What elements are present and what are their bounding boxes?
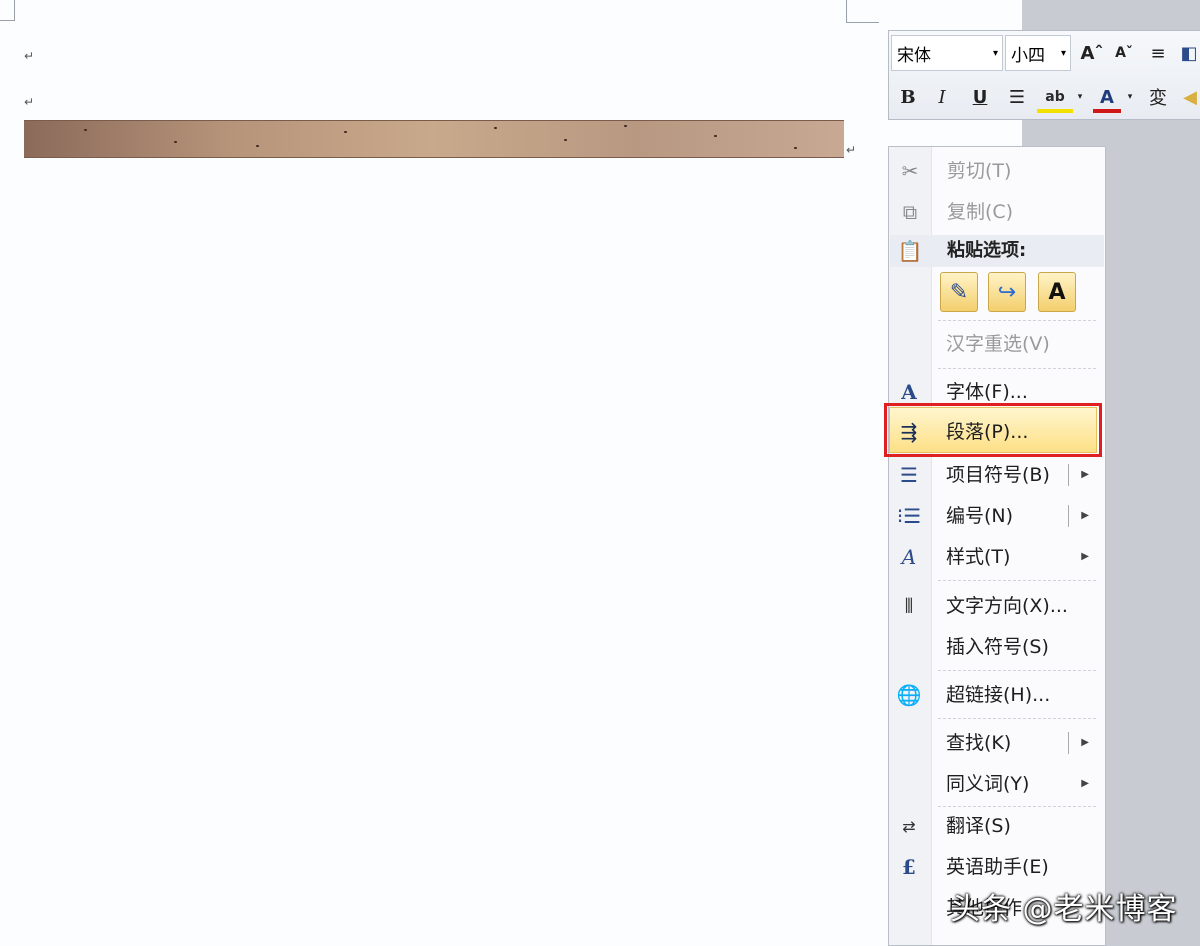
menu-separator [938,580,1096,581]
selected-image-band[interactable] [24,120,844,158]
submenu-arrow-icon[interactable]: ▶ [1081,496,1089,536]
crop-mark-top-left [0,0,15,21]
menu-item-text-direction[interactable]: ⫴ 文字方向(X)... [889,586,1103,626]
split-separator [1068,505,1069,527]
font-color-button[interactable]: A [1093,85,1121,113]
hyperlink-icon: 🌐 [896,683,922,707]
menu-item-synonyms[interactable]: 同义词(Y) ▶ [889,764,1103,804]
chevron-down-icon: ▾ [992,47,998,59]
menu-item-label: 样式(T) [946,546,1011,568]
paragraph-mark: ↵ [24,95,35,109]
text-direction-icon: ⫴ [904,594,914,618]
paragraph-mark: ↵ [24,49,35,63]
menu-item-styles[interactable]: A 样式(T) ▶ [889,537,1103,577]
menu-item-label: 英语助手(E) [946,856,1049,878]
format-painter-icon[interactable]: ◀ [1179,81,1200,113]
paragraph-mark: ↵ [846,143,857,157]
grow-font-icon[interactable]: Aˆ [1077,37,1107,69]
phonetic-guide-icon[interactable]: 変 [1141,81,1175,113]
styles-icon[interactable]: ◧ [1177,37,1200,69]
underline-button[interactable]: U [967,81,993,113]
menu-item-insert-symbol[interactable]: 插入符号(S) [889,627,1103,667]
menu-item-label: 插入符号(S) [946,636,1049,658]
font-name-value: 宋体 [897,45,931,66]
numbering-icon: ⁝☰ [896,504,922,528]
font-size-value: 小四 [1011,45,1045,66]
annotation-highlight-box [884,403,1102,457]
indent-icon[interactable]: ≡ [1143,37,1173,69]
menu-item-bullets[interactable]: ☰ 项目符号(B) ▶ [889,455,1103,495]
menu-item-label: 项目符号(B) [946,464,1050,486]
menu-item-label: 文字方向(X)... [946,595,1068,617]
split-separator [1068,732,1069,754]
styles-icon: A [901,545,917,569]
menu-item-english-assistant[interactable]: £ 英语助手(E) [889,847,1103,887]
submenu-arrow-icon[interactable]: ▶ [1081,455,1089,495]
menu-item-label: 查找(K) [946,732,1012,754]
menu-item-label: 编号(N) [946,505,1014,527]
chevron-down-icon[interactable]: ▾ [1075,81,1085,113]
mini-toolbar: 宋体 ▾ 小四 ▾ Aˆ Aˇ ≡ ◧ B I U ☰ ab ▾ A ▾ 変 ◀ [888,30,1200,120]
menu-item-translate[interactable]: ⇄ 翻译(S) [889,806,1103,846]
bold-button[interactable]: B [895,81,921,113]
watermark: 头条 @老米博客 [950,892,1178,927]
menu-separator [938,670,1096,671]
menu-item-label: 超链接(H)... [946,684,1051,706]
italic-button[interactable]: I [929,81,955,113]
submenu-arrow-icon: ▶ [1081,778,1089,789]
document-page[interactable]: ↵ ↵ ↵ [0,0,1022,946]
menu-separator [938,718,1096,719]
menu-item-label: 同义词(Y) [946,773,1030,795]
context-menu-items-lower: ⇶ 段落(P)... ☰ 项目符号(B) ▶ ⁝☰ 编号(N) ▶ A 样式(T… [888,146,1106,946]
menu-item-label: 翻译(S) [946,815,1011,837]
menu-item-find[interactable]: 查找(K) ▶ [889,723,1103,763]
center-align-icon[interactable]: ☰ [1003,81,1031,113]
submenu-arrow-icon[interactable]: ▶ [1081,723,1089,763]
highlight-icon[interactable]: ab [1037,85,1073,113]
bullets-icon: ☰ [900,463,918,487]
english-assistant-icon: £ [902,855,916,879]
crop-mark-top-right [846,0,879,23]
split-separator [1068,464,1069,486]
menu-item-numbering[interactable]: ⁝☰ 编号(N) ▶ [889,496,1103,536]
translate-icon: ⇄ [902,816,916,836]
submenu-arrow-icon: ▶ [1081,551,1089,562]
shrink-font-icon[interactable]: Aˇ [1109,37,1139,69]
font-name-select[interactable]: 宋体 ▾ [891,35,1003,71]
chevron-down-icon[interactable]: ▾ [1125,81,1135,113]
chevron-down-icon: ▾ [1060,47,1066,59]
font-size-select[interactable]: 小四 ▾ [1005,35,1071,71]
menu-item-hyperlink[interactable]: 🌐 超链接(H)... [889,675,1103,715]
